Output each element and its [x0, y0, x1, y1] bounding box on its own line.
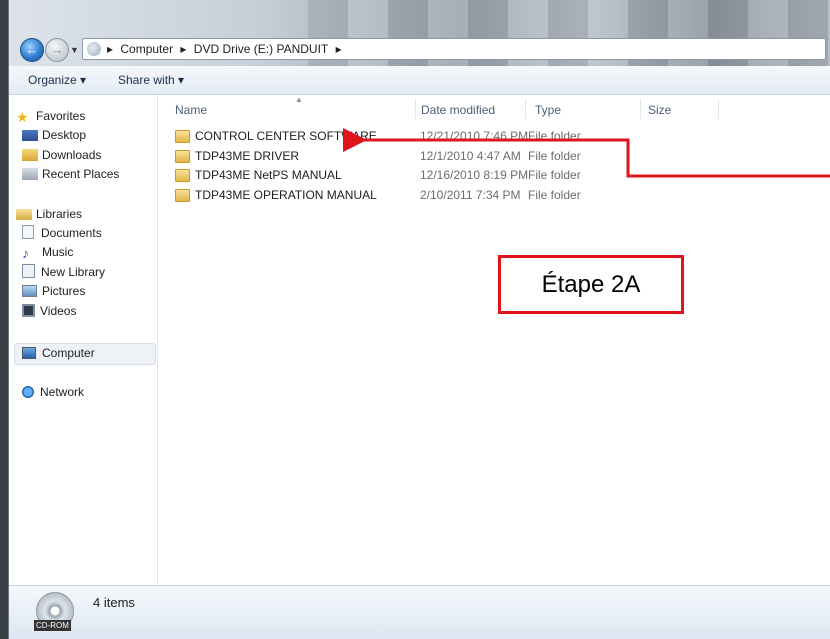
step-callout-box: Étape 2A — [498, 255, 684, 314]
step-label: Étape 2A — [541, 271, 641, 298]
window-frame — [8, 0, 830, 639]
